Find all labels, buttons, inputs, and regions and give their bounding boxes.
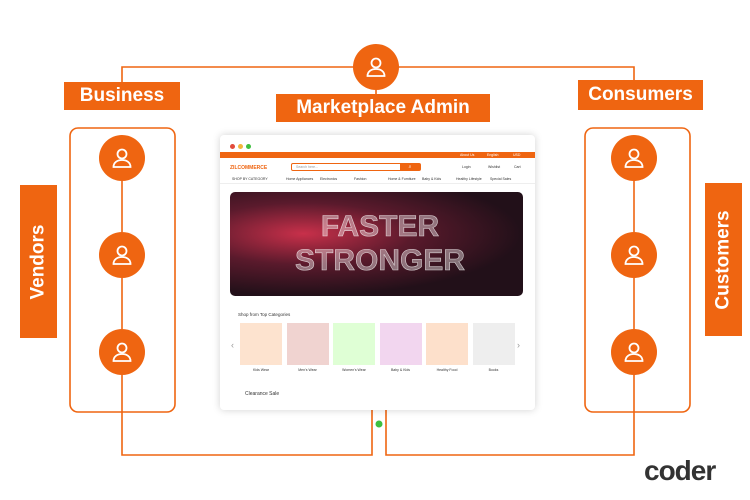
- close-dot: [230, 144, 235, 149]
- banner-text: FASTER STRONGER: [294, 210, 466, 278]
- nav-item[interactable]: Electronics: [320, 177, 337, 181]
- user-icon: [611, 232, 657, 278]
- user-icon: [99, 232, 145, 278]
- category-label: Baby & Kids: [390, 368, 411, 372]
- clearance-title: Clearance Sale: [245, 391, 280, 397]
- category-tile[interactable]: [426, 323, 468, 365]
- category-tile[interactable]: [333, 323, 375, 365]
- nav-bar: SHOP BY CATEGORY Home Appliances Electron…: [220, 176, 535, 184]
- minimize-dot: [238, 144, 243, 149]
- category-label: Kids Wear: [252, 368, 270, 372]
- maximize-dot: [246, 144, 251, 149]
- nav-item[interactable]: Home Appliances: [286, 177, 313, 181]
- currency-select[interactable]: USD: [513, 153, 520, 157]
- nav-item[interactable]: Home & Furniture: [388, 177, 416, 181]
- nav-item[interactable]: Baby & Kids: [422, 177, 441, 181]
- nav-item[interactable]: Fashion: [354, 177, 366, 181]
- prev-arrow-icon[interactable]: ‹: [231, 340, 234, 350]
- consumers-label: Consumers: [578, 80, 703, 110]
- store-logo[interactable]: ZILCOMMERCE: [230, 165, 267, 171]
- customers-label: Customers: [705, 183, 742, 336]
- next-arrow-icon[interactable]: ›: [517, 340, 520, 350]
- about-link[interactable]: About Us: [460, 153, 474, 157]
- category-tile[interactable]: [472, 323, 515, 365]
- category-tile[interactable]: [286, 323, 329, 365]
- category-label: Healthy Food: [436, 368, 458, 372]
- wishlist-icon[interactable]: Wishlist: [488, 165, 500, 169]
- user-icon: [99, 329, 145, 375]
- all-categories-menu[interactable]: SHOP BY CATEGORY: [232, 177, 268, 181]
- top-bar: About Us English USD: [220, 152, 535, 158]
- user-icon: [611, 135, 657, 181]
- category-label: Books: [488, 368, 499, 372]
- user-icon: [611, 329, 657, 375]
- nav-item[interactable]: Special Sales: [490, 177, 511, 181]
- business-label: Business: [64, 82, 180, 110]
- coder-logo: coder: [644, 455, 716, 486]
- cart-icon[interactable]: Cart: [514, 165, 521, 169]
- category-label: Men's Wear: [298, 368, 317, 372]
- category-label: Women's Wear: [342, 368, 366, 372]
- category-tile[interactable]: [379, 323, 422, 365]
- section-title: Shop from Top Categories: [238, 312, 291, 317]
- user-icon: [99, 135, 145, 181]
- search-input[interactable]: Search here... ⌕: [291, 163, 421, 171]
- nav-item[interactable]: Healthy Lifestyle: [456, 177, 482, 181]
- login-icon[interactable]: Login: [462, 165, 471, 169]
- vendors-label: Vendors: [20, 185, 57, 338]
- hero-banner[interactable]: FASTER STRONGER: [230, 192, 523, 296]
- browser-window: About Us English USD ZILCOMMERCE Search …: [220, 135, 535, 410]
- search-icon[interactable]: ⌕: [400, 164, 420, 170]
- category-tile[interactable]: [240, 323, 282, 365]
- user-icon: [353, 44, 399, 90]
- language-select[interactable]: English: [487, 153, 498, 157]
- marketplace-admin-label: Marketplace Admin: [276, 94, 490, 122]
